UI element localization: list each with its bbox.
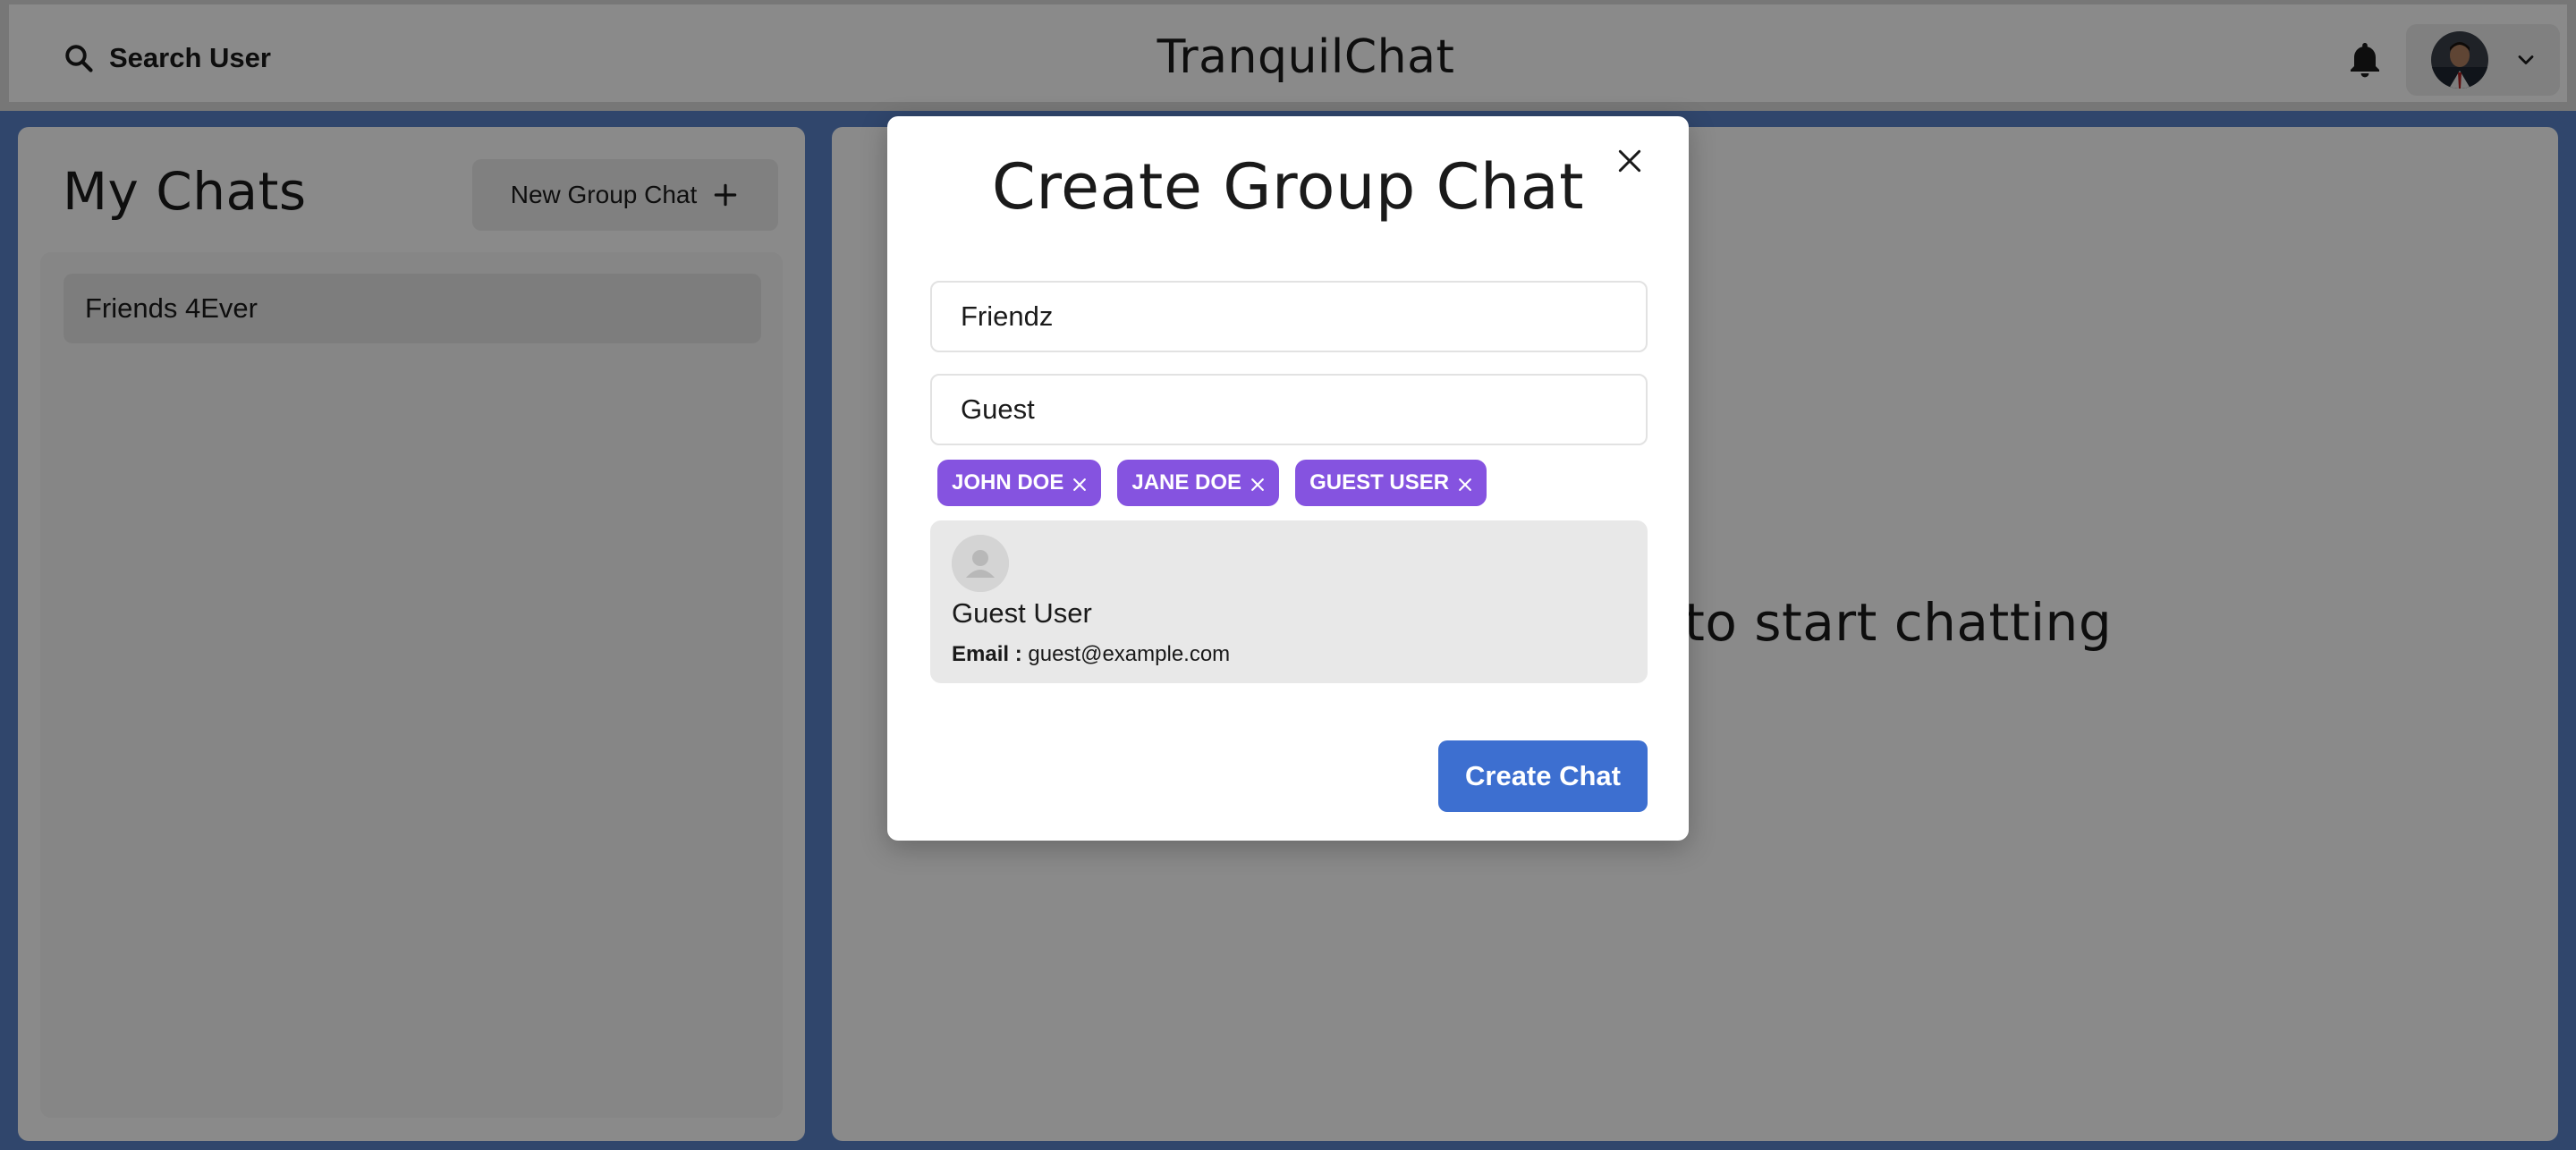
create-chat-button[interactable]: Create Chat xyxy=(1438,740,1648,812)
app-root: Search User TranquilChat My Chats New Gr… xyxy=(0,0,2576,1150)
add-users-input[interactable] xyxy=(930,374,1648,445)
result-user-name: Guest User xyxy=(952,597,1092,629)
user-chip-label: JOHN DOE xyxy=(952,470,1064,495)
user-search-result[interactable]: Guest User Email : guest@example.com xyxy=(930,520,1648,683)
user-chip[interactable]: JOHN DOE xyxy=(937,460,1102,506)
email-value: guest@example.com xyxy=(1028,642,1231,666)
modal-title: Create Group Chat xyxy=(991,150,1585,224)
close-icon[interactable] xyxy=(1071,476,1089,494)
chat-name-input[interactable] xyxy=(930,281,1648,352)
close-icon[interactable] xyxy=(1249,476,1267,494)
user-chip[interactable]: GUEST USER xyxy=(1295,460,1487,506)
selected-users: JOHN DOE JANE DOE GUEST USER xyxy=(937,460,1487,506)
email-label: Email : xyxy=(952,642,1022,666)
user-chip-label: JANE DOE xyxy=(1131,470,1242,495)
user-chip[interactable]: JANE DOE xyxy=(1117,460,1280,506)
user-avatar-icon xyxy=(952,535,1009,592)
close-icon[interactable] xyxy=(1456,476,1474,494)
user-chip-label: GUEST USER xyxy=(1309,470,1450,495)
create-group-chat-modal: Create Group Chat JOHN DOE JANE DOE GUES… xyxy=(887,116,1689,841)
result-user-email: Email : guest@example.com xyxy=(952,642,1230,667)
